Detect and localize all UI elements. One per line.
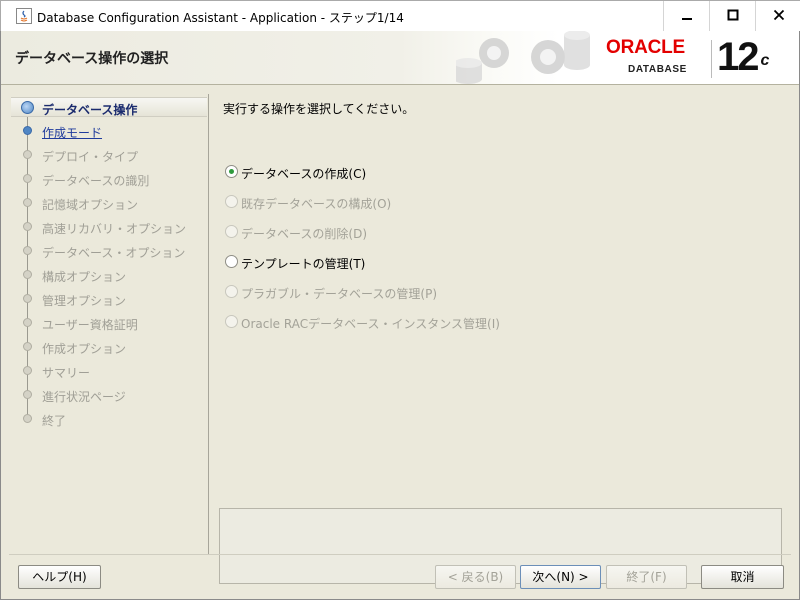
step-marker-icon — [23, 150, 32, 159]
step-label: デプロイ・タイプ — [42, 150, 139, 164]
radio-button[interactable] — [225, 255, 238, 268]
step-label: 作成オプション — [42, 342, 127, 356]
maximize-icon — [727, 9, 739, 24]
dialog-frame: データベース操作の選択 ORACLE DATABASE 12 c データベース操… — [0, 31, 800, 600]
step-label[interactable]: 作成モード — [42, 124, 102, 141]
step-marker-icon — [23, 390, 32, 399]
step-label: ユーザー資格証明 — [42, 318, 138, 332]
radio-button — [225, 285, 238, 298]
step-label: 構成オプション — [42, 270, 127, 284]
radio-button[interactable] — [225, 165, 238, 178]
version-number: 12 — [717, 35, 759, 79]
page-title: データベース操作の選択 — [15, 51, 169, 67]
option-label: Oracle RACデータベース・インスタンス管理(I) — [241, 317, 500, 331]
next-button[interactable]: 次へ(N) > — [520, 565, 601, 589]
oracle-wordmark: ORACLE — [606, 37, 686, 58]
finish-button[interactable]: 終了(F) — [606, 565, 687, 589]
option-label: プラガブル・データベースの管理(P) — [241, 287, 438, 301]
step-marker-icon — [21, 101, 34, 114]
step-label: 進行状況ページ — [42, 390, 126, 404]
window-titlebar[interactable]: Database Configuration Assistant - Appli… — [0, 0, 800, 32]
step-marker-icon — [23, 222, 32, 231]
step-label: 管理オプション — [42, 294, 127, 308]
step-item: データベースの識別 — [11, 169, 207, 189]
step-label: サマリー — [42, 366, 91, 380]
oracle-logo: ORACLE DATABASE — [606, 37, 716, 81]
step-item: 構成オプション — [11, 265, 207, 285]
step-item: データベース操作 — [11, 97, 207, 117]
radio-button — [225, 225, 238, 238]
minimize-button[interactable] — [663, 1, 709, 32]
step-item: デプロイ・タイプ — [11, 145, 207, 165]
option-label: 既存データベースの構成(O) — [241, 197, 392, 211]
oracle-database-label: DATABASE — [628, 64, 687, 75]
step-navigation: データベース操作 作成モードデプロイ・タイプ データベースの識別 記憶域オプション高速… — [11, 94, 209, 554]
minimize-icon — [681, 9, 693, 24]
step-marker-icon — [23, 126, 32, 135]
header-banner: データベース操作の選択 ORACLE DATABASE 12 c — [1, 31, 799, 85]
step-marker-icon — [23, 198, 32, 207]
step-label: 記憶域オプション — [42, 198, 139, 212]
step-item: 進行状況ページ — [11, 385, 207, 405]
close-icon — [773, 9, 785, 24]
footer-divider — [9, 554, 791, 555]
version-logo: 12 c — [717, 33, 769, 81]
step-item: 管理オプション — [11, 289, 207, 309]
radio-button — [225, 315, 238, 328]
step-item: 作成オプション — [11, 337, 207, 357]
step-item: 高速リカバリ・オプション — [11, 217, 207, 237]
back-button[interactable]: < 戻る(B) — [435, 565, 516, 589]
cancel-button[interactable]: 取消 — [701, 565, 784, 589]
instruction-text: 実行する操作を選択してください。 — [223, 102, 415, 116]
radio-button — [225, 195, 238, 208]
step-marker-icon — [23, 294, 32, 303]
step-label: 終了 — [42, 414, 67, 428]
step-label: データベースの識別 — [42, 174, 150, 188]
step-label: データベース操作 — [42, 103, 138, 117]
step-label: 高速リカバリ・オプション — [42, 222, 187, 236]
step-item: 記憶域オプション — [11, 193, 207, 213]
java-app-icon — [16, 8, 32, 24]
step-marker-icon — [23, 174, 32, 183]
step-item: 終了 — [11, 409, 207, 429]
option-label: データベースの削除(D) — [241, 227, 368, 241]
version-suffix: c — [760, 52, 770, 69]
option-label: データベースの作成(C) — [241, 167, 367, 181]
step-item[interactable]: 作成モード — [11, 121, 207, 141]
step-marker-icon — [23, 246, 32, 255]
step-marker-icon — [23, 270, 32, 279]
option-label: テンプレートの管理(T) — [241, 257, 366, 271]
step-marker-icon — [23, 318, 32, 327]
step-item: ユーザー資格証明 — [11, 313, 207, 333]
help-button[interactable]: ヘルプ(H) — [18, 565, 101, 589]
maximize-button[interactable] — [709, 1, 755, 32]
step-marker-icon — [23, 342, 32, 351]
step-item: データベース・オプション — [11, 241, 207, 261]
step-label: データベース・オプション — [42, 246, 186, 260]
main-content: 実行する操作を選択してください。 データベースの作成(C) 既存データベースの構成… — [211, 85, 799, 584]
step-marker-icon — [23, 366, 32, 375]
step-marker-icon — [23, 414, 32, 423]
close-button[interactable] — [755, 1, 800, 32]
window-title: Database Configuration Assistant - Appli… — [37, 11, 404, 25]
step-item: サマリー — [11, 361, 207, 381]
gears-decoration-icon — [456, 31, 590, 84]
logo-divider — [711, 40, 712, 78]
